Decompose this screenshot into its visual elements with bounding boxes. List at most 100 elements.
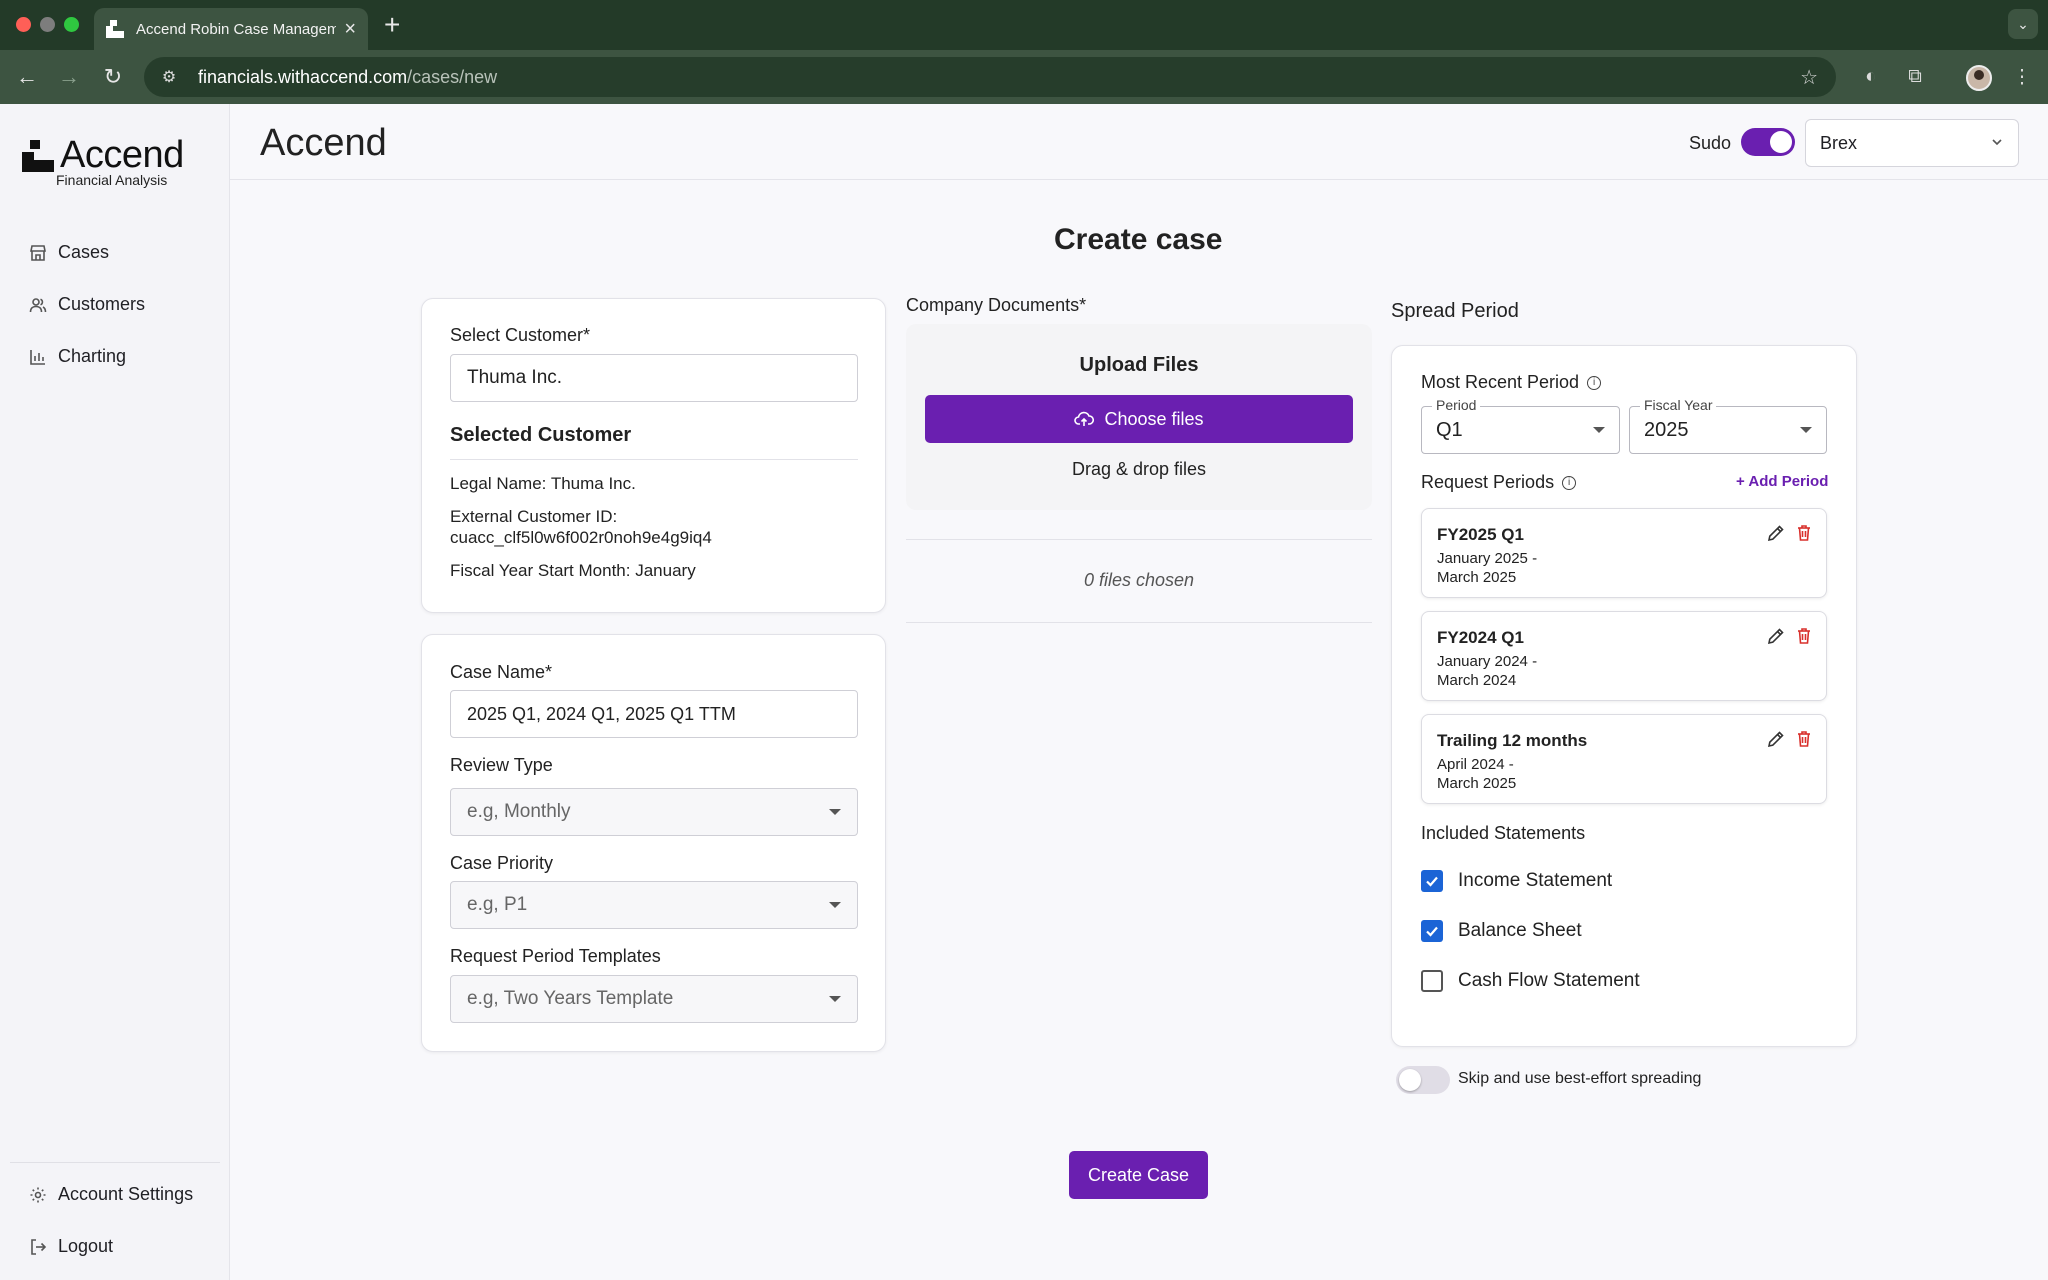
statement-income[interactable]: Income Statement: [1421, 870, 1612, 892]
checkbox-checked-icon[interactable]: [1421, 920, 1443, 942]
legal-name-row: Legal Name: Thuma Inc.: [450, 474, 636, 493]
address-bar[interactable]: ⚙ financials.withaccend.com/cases/new ☆: [144, 57, 1836, 97]
statement-cash-flow[interactable]: Cash Flow Statement: [1421, 970, 1640, 992]
files-top-divider: [906, 539, 1372, 540]
checkbox-checked-icon[interactable]: [1421, 870, 1443, 892]
trash-icon[interactable]: [1794, 626, 1814, 646]
case-name-label: Case Name*: [450, 662, 553, 682]
fiscal-year-select[interactable]: Fiscal Year 2025: [1629, 397, 1827, 454]
browser-menu-icon[interactable]: ⋮: [2008, 63, 2036, 91]
request-templates-placeholder: e.g, Two Years Template: [467, 988, 674, 1009]
info-icon[interactable]: i: [1562, 475, 1577, 490]
logout-icon: [28, 1237, 48, 1257]
choose-files-button[interactable]: Choose files: [925, 395, 1353, 443]
sidebar-item-account-settings[interactable]: Account Settings: [28, 1184, 193, 1205]
customer-card: Select Customer* Thuma Inc. Selected Cus…: [421, 298, 886, 613]
external-id-value: cuacc_clf5l0w6f002r0noh9e4g9iq4: [450, 528, 712, 547]
case-name-input[interactable]: 2025 Q1, 2024 Q1, 2025 Q1 TTM: [450, 690, 858, 738]
trash-icon[interactable]: [1794, 729, 1814, 749]
sidebar-item-charting[interactable]: Charting: [28, 346, 126, 367]
browser-tab[interactable]: Accend Robin Case Management ×: [94, 8, 368, 50]
period-select[interactable]: Period Q1: [1421, 397, 1620, 454]
accend-favicon-icon: [106, 20, 124, 38]
forward-button[interactable]: →: [54, 62, 84, 92]
bookmark-star-icon[interactable]: ☆: [1800, 65, 1818, 90]
period-name: Trailing 12 months: [1437, 731, 1588, 750]
review-type-select[interactable]: e.g, Monthly: [450, 788, 858, 836]
sidebar: Accend Financial Analysis Cases Customer…: [0, 104, 230, 1280]
review-type-placeholder: e.g, Monthly: [467, 801, 571, 822]
period-name: FY2024 Q1: [1437, 628, 1524, 647]
browser-tabbar: Accend Robin Case Management × + ⌄: [0, 0, 2048, 50]
sidebar-item-logout[interactable]: Logout: [28, 1236, 113, 1257]
sidebar-item-label: Customers: [58, 294, 146, 314]
dropdown-caret-icon: [1800, 427, 1812, 433]
statement-label: Income Statement: [1458, 870, 1613, 891]
sidebar-item-cases[interactable]: Cases: [28, 242, 109, 263]
dropdown-caret-icon: [829, 902, 841, 908]
skip-spreading-toggle[interactable]: [1396, 1066, 1450, 1094]
profile-avatar[interactable]: [1966, 65, 1992, 91]
dropdown-caret-icon: [1593, 427, 1605, 433]
reload-button[interactable]: ↻: [98, 62, 128, 92]
organization-select[interactable]: Brex: [1805, 119, 2019, 167]
logo-subtitle: Financial Analysis: [56, 172, 168, 188]
pencil-icon[interactable]: [1766, 626, 1786, 646]
back-button[interactable]: ←: [12, 62, 42, 92]
organization-select-value: Brex: [1820, 132, 1858, 153]
period-legend: Period: [1432, 397, 1481, 413]
period-card: FY2024 Q1 January 2024 - March 2024: [1421, 611, 1827, 701]
sidebar-item-label: Charting: [58, 346, 127, 366]
info-icon[interactable]: i: [1587, 375, 1602, 390]
included-statements-label: Included Statements: [1421, 823, 1586, 843]
minimize-window-button[interactable]: [40, 17, 55, 32]
new-tab-button[interactable]: +: [384, 9, 400, 41]
case-priority-select[interactable]: e.g, P1: [450, 881, 858, 929]
site-info-icon[interactable]: ⚙: [154, 67, 184, 87]
request-templates-label: Request Period Templates: [450, 946, 661, 966]
dropdown-caret-icon: [829, 809, 841, 815]
accend-logo[interactable]: Accend: [22, 134, 184, 177]
trash-icon[interactable]: [1794, 523, 1814, 543]
tab-search-button[interactable]: ⌄: [2008, 9, 2038, 39]
tab-close-icon[interactable]: ×: [344, 18, 356, 41]
chevron-down-icon: [1990, 133, 2004, 154]
customer-input[interactable]: Thuma Inc.: [450, 354, 858, 402]
files-chosen-text: 0 files chosen: [1083, 570, 1195, 590]
customer-input-value: Thuma Inc.: [467, 367, 563, 388]
company-documents-label: Company Documents*: [906, 295, 1087, 315]
sudo-toggle[interactable]: [1741, 128, 1795, 156]
case-name-value: 2025 Q1, 2024 Q1, 2025 Q1 TTM: [467, 703, 736, 724]
pencil-icon[interactable]: [1766, 729, 1786, 749]
request-templates-select[interactable]: e.g, Two Years Template: [450, 975, 858, 1023]
period-card: FY2025 Q1 January 2025 - March 2025: [1421, 508, 1827, 598]
checkbox-unchecked-icon[interactable]: [1421, 970, 1443, 992]
sidebar-item-customers[interactable]: Customers: [28, 294, 145, 315]
page-title: Create case: [1054, 223, 1223, 256]
puzzle-extensions-icon[interactable]: ⧉: [1901, 63, 1929, 91]
maximize-window-button[interactable]: [64, 17, 79, 32]
request-periods-label: Request Periods i: [1421, 472, 1577, 493]
extension-icon[interactable]: ◐: [1857, 63, 1885, 91]
case-priority-label: Case Priority: [450, 853, 554, 873]
gear-icon: [28, 1185, 48, 1205]
pencil-icon[interactable]: [1766, 523, 1786, 543]
statement-balance[interactable]: Balance Sheet: [1421, 920, 1582, 942]
selected-customer-divider: [450, 459, 858, 460]
store-icon: [28, 243, 48, 263]
bar-chart-icon: [28, 347, 48, 367]
close-window-button[interactable]: [16, 17, 31, 32]
period-range: January 2024 - March 2024: [1437, 653, 1538, 689]
fiscal-year-value: 2025: [1644, 418, 1689, 441]
upload-dropzone[interactable]: Upload Files Choose files Drag & drop fi…: [906, 324, 1372, 510]
period-value: Q1: [1436, 418, 1463, 441]
fiscal-year-legend: Fiscal Year: [1640, 397, 1717, 413]
fiscal-start-row: Fiscal Year Start Month: January: [450, 561, 696, 580]
period-card: Trailing 12 months April 2024 - March 20…: [1421, 714, 1827, 804]
statement-label: Balance Sheet: [1458, 920, 1582, 941]
period-name: FY2025 Q1: [1437, 525, 1524, 544]
create-case-button[interactable]: Create Case: [1069, 1151, 1208, 1199]
add-period-button[interactable]: + Add Period: [1736, 473, 1828, 490]
files-bottom-divider: [906, 622, 1372, 623]
drag-drop-text: Drag & drop files: [1071, 459, 1207, 479]
